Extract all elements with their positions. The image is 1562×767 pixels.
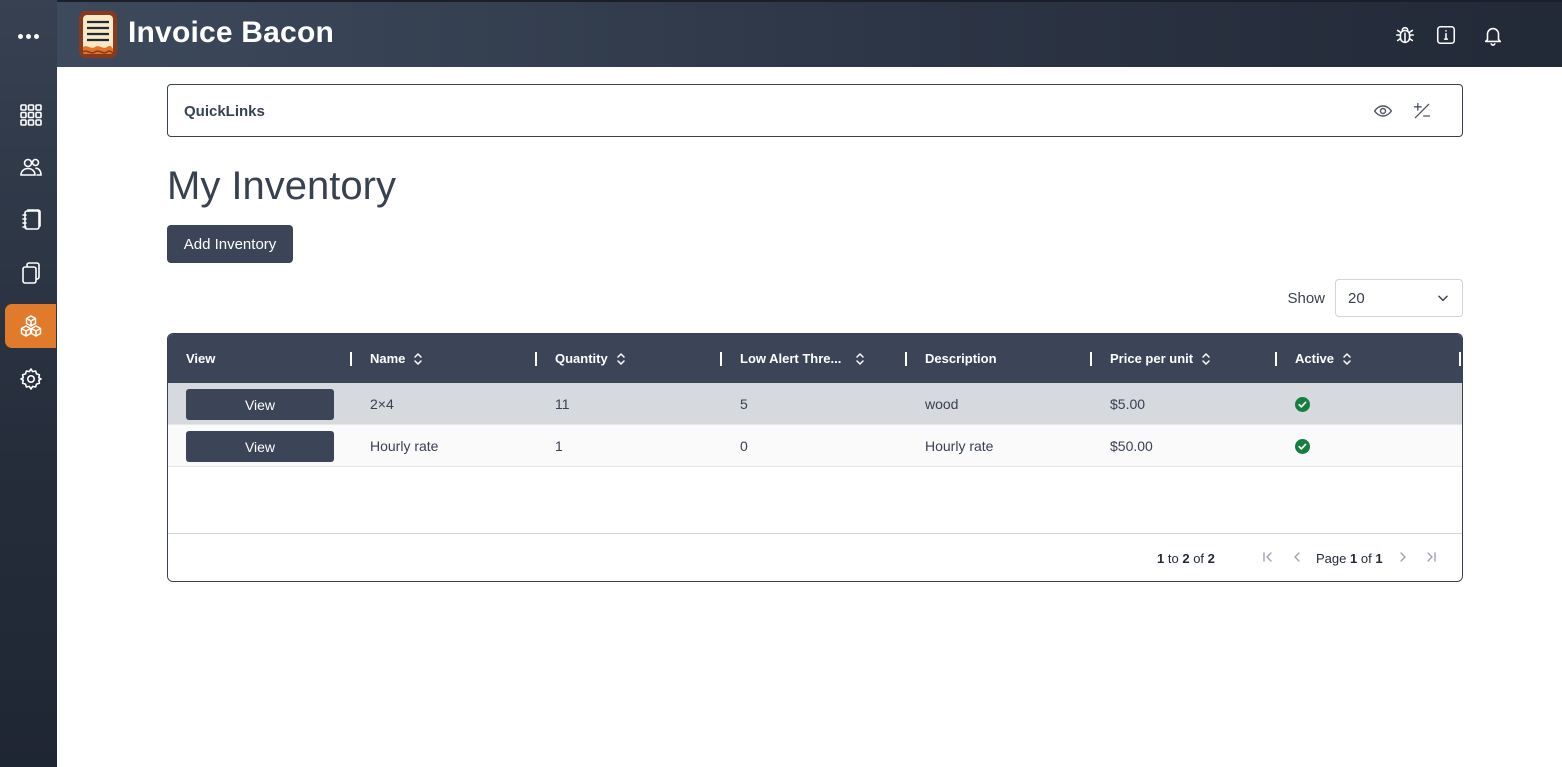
sort-icon — [414, 352, 423, 365]
cell-quantity: 1 — [555, 438, 563, 454]
users-icon — [19, 158, 42, 176]
cell-description: Hourly rate — [925, 438, 994, 454]
column-header-description: Description — [925, 351, 997, 366]
table-row: View Hourly rate 1 0 Hourly rate $50.00 — [168, 425, 1462, 467]
notebook-icon — [21, 209, 41, 230]
table-header: View Name Quantity Low Alert Thre... Des… — [168, 334, 1462, 383]
more-menu-icon[interactable] — [14, 26, 42, 46]
sidebar-item-dashboard[interactable] — [5, 93, 56, 137]
inventory-table: View Name Quantity Low Alert Thre... Des… — [167, 333, 1463, 582]
quicklinks-label: QuickLinks — [184, 103, 265, 120]
column-header-name[interactable]: Name — [370, 334, 423, 383]
column-header-active[interactable]: Active — [1295, 334, 1352, 383]
view-button[interactable]: View — [186, 431, 334, 462]
quicklinks-panel: QuickLinks — [167, 84, 1463, 137]
cell-active — [1295, 383, 1310, 425]
plus-minus-icon[interactable] — [1412, 101, 1432, 121]
main-content: QuickLinks My Inventory Add Inventory Sh… — [167, 84, 1463, 582]
column-resize-handle[interactable] — [720, 352, 722, 366]
page-title: My Inventory — [167, 164, 396, 208]
cell-low-alert: 5 — [740, 396, 748, 412]
sidebar-item-customers[interactable] — [5, 145, 56, 189]
table-row: View 2×4 11 5 wood $5.00 — [168, 383, 1462, 425]
column-resize-handle[interactable] — [350, 352, 352, 366]
invoice-bacon-logo-icon[interactable] — [77, 10, 119, 60]
bug-icon[interactable] — [1394, 24, 1416, 46]
sidebar-item-estimates[interactable] — [5, 251, 56, 295]
show-label: Show — [1287, 289, 1325, 307]
pagination-bar: 1 to 2 of 2 Page 1 of 1 — [168, 533, 1462, 581]
previous-page-icon[interactable] — [1290, 550, 1304, 564]
column-resize-handle[interactable] — [1459, 352, 1461, 366]
info-icon[interactable] — [1435, 24, 1457, 46]
sidebar-item-inventory[interactable] — [5, 304, 56, 348]
sort-icon — [856, 352, 865, 365]
gear-icon — [19, 368, 42, 390]
bell-icon[interactable] — [1482, 24, 1504, 46]
column-header-quantity[interactable]: Quantity — [555, 334, 626, 383]
grid-icon — [19, 104, 42, 126]
page-size-value: 20 — [1348, 289, 1365, 307]
column-header-low-alert-threshold[interactable]: Low Alert Thre... — [740, 334, 865, 383]
column-header-price-per-unit[interactable]: Price per unit — [1110, 334, 1211, 383]
sidebar-item-settings[interactable] — [5, 357, 56, 401]
cell-low-alert: 0 — [740, 438, 748, 454]
cell-price: $50.00 — [1110, 438, 1153, 454]
page-size-control: Show 20 — [1287, 279, 1463, 317]
sort-icon — [616, 352, 625, 365]
cell-description: wood — [925, 396, 959, 412]
column-resize-handle[interactable] — [1275, 352, 1277, 366]
cell-name: Hourly rate — [370, 438, 439, 454]
column-resize-handle[interactable] — [535, 352, 537, 366]
cell-quantity: 11 — [555, 396, 570, 412]
last-page-icon[interactable] — [1424, 550, 1438, 564]
cell-name: 2×4 — [370, 396, 394, 412]
cell-price: $5.00 — [1110, 396, 1146, 412]
cell-active — [1295, 425, 1310, 467]
sort-icon — [1343, 352, 1351, 365]
sidebar — [0, 0, 57, 767]
column-header-view: View — [186, 351, 216, 366]
copy-icon — [21, 262, 40, 284]
check-circle-icon — [1295, 396, 1310, 412]
add-inventory-button[interactable]: Add Inventory — [167, 225, 293, 263]
column-resize-handle[interactable] — [905, 352, 907, 366]
page-indicator: Page 1 of 1 — [1316, 551, 1383, 566]
eye-icon[interactable] — [1373, 101, 1393, 121]
top-bar: Invoice Bacon — [57, 0, 1562, 67]
sort-icon — [1202, 352, 1210, 365]
next-page-icon[interactable] — [1396, 550, 1410, 564]
page-size-select[interactable]: 20 — [1335, 279, 1463, 317]
check-circle-icon — [1295, 438, 1310, 454]
app-title: Invoice Bacon — [128, 16, 334, 49]
first-page-icon[interactable] — [1261, 550, 1275, 564]
pagination-summary: 1 to 2 of 2 — [1157, 551, 1215, 566]
chevron-down-icon — [1438, 295, 1448, 302]
boxes-icon — [20, 315, 41, 337]
column-resize-handle[interactable] — [1090, 352, 1092, 366]
view-button[interactable]: View — [186, 389, 334, 420]
sidebar-item-invoices[interactable] — [5, 198, 56, 242]
